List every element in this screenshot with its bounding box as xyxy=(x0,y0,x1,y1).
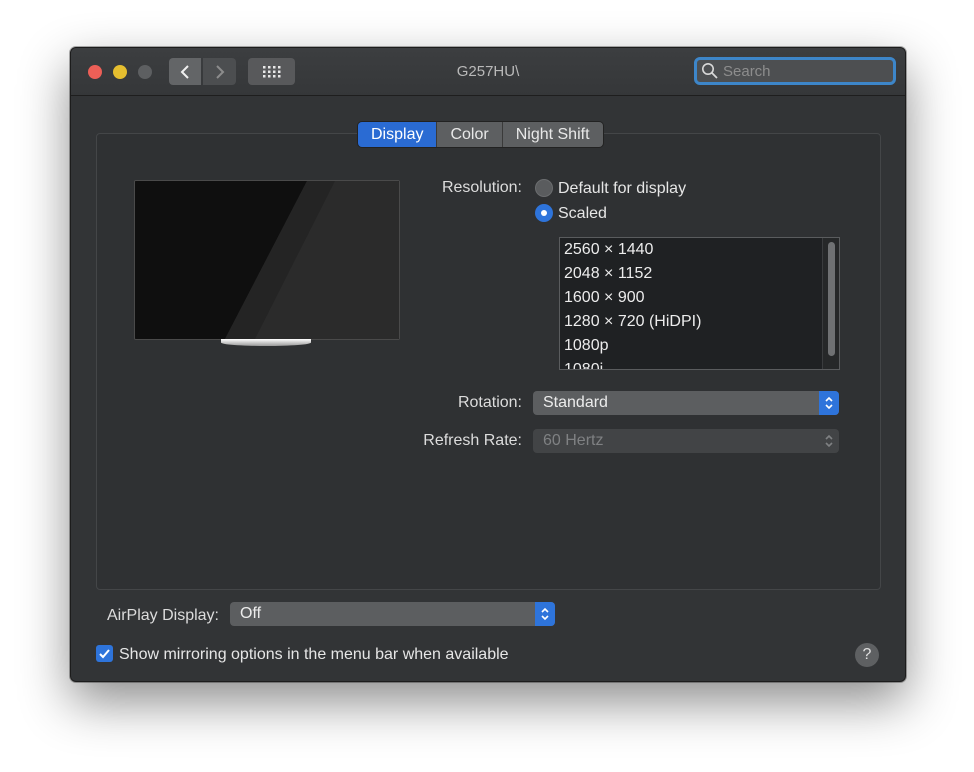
tab-bar: Display Color Night Shift xyxy=(357,121,604,148)
checkmark-icon xyxy=(99,649,110,659)
default-for-display-label: Default for display xyxy=(558,180,687,197)
airplay-value: Off xyxy=(240,605,262,622)
default-for-display-radio[interactable] xyxy=(535,179,553,197)
updown-arrows-icon xyxy=(819,429,839,453)
search-field[interactable] xyxy=(694,57,896,85)
resolution-item[interactable]: 1280 × 720 (HiDPI) xyxy=(560,310,839,334)
scaled-radio[interactable] xyxy=(535,204,553,222)
tab-display[interactable]: Display xyxy=(358,122,438,147)
system-preferences-window: G257HU\ Display Color Night Shift Resolu… xyxy=(70,47,906,682)
tab-night-shift[interactable]: Night Shift xyxy=(502,122,603,147)
resolution-label: Resolution: xyxy=(441,179,522,196)
refresh-rate-label: Refresh Rate: xyxy=(423,432,522,449)
airplay-select[interactable]: Off xyxy=(230,602,555,626)
monitor-image xyxy=(134,180,400,340)
help-button[interactable]: ? xyxy=(855,643,879,667)
rotation-label: Rotation: xyxy=(457,394,522,411)
refresh-rate-value: 60 Hertz xyxy=(543,432,604,449)
search-input[interactable] xyxy=(719,62,883,80)
rotation-value: Standard xyxy=(543,394,608,411)
resolution-item[interactable]: 2560 × 1440 xyxy=(560,238,839,262)
resolution-list[interactable]: 2560 × 1440 2048 × 1152 1600 × 900 1280 … xyxy=(559,237,840,370)
updown-arrows-icon xyxy=(819,391,839,415)
monitor-stand xyxy=(221,339,311,346)
scaled-label: Scaled xyxy=(558,205,607,222)
resolution-item[interactable]: 1600 × 900 xyxy=(560,286,839,310)
airplay-label: AirPlay Display: xyxy=(106,607,219,624)
resolution-item[interactable]: 1080p xyxy=(560,334,839,358)
mirroring-label: Show mirroring options in the menu bar w… xyxy=(119,646,509,663)
resolution-item[interactable]: 1080i xyxy=(560,358,839,369)
resolution-item[interactable]: 2048 × 1152 xyxy=(560,262,839,286)
search-icon xyxy=(702,63,718,79)
scrollbar-thumb[interactable] xyxy=(828,242,835,356)
title-bar: G257HU\ xyxy=(71,48,905,96)
resolution-scrollbar[interactable] xyxy=(822,238,839,369)
monitor-screen xyxy=(135,181,399,339)
tab-color[interactable]: Color xyxy=(437,122,503,147)
refresh-rate-select: 60 Hertz xyxy=(533,429,839,453)
updown-arrows-icon xyxy=(535,602,555,626)
rotation-select[interactable]: Standard xyxy=(533,391,839,415)
mirroring-checkbox[interactable] xyxy=(96,645,113,662)
